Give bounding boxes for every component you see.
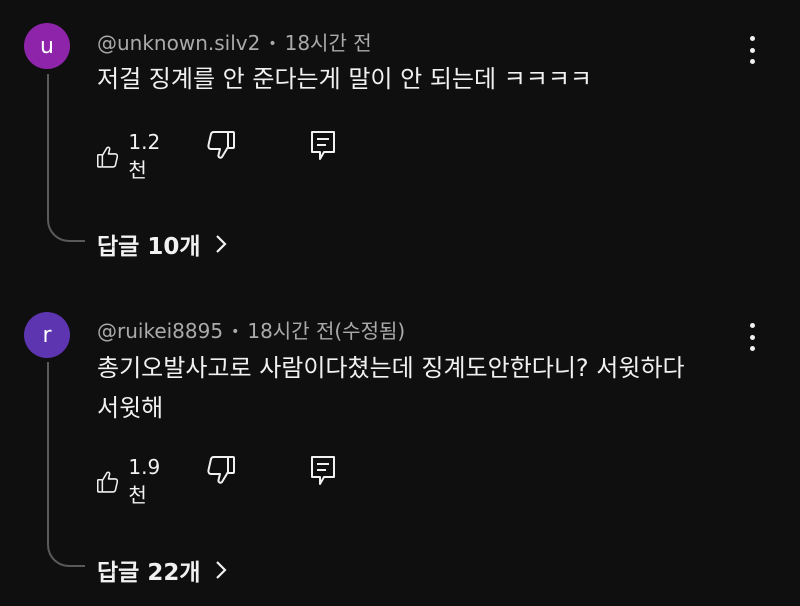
comment-text: 총기오발사고로 사람이다쳤는데 징계도안한다니? 서윗하다 서윗해 (97, 348, 757, 428)
like-button[interactable]: 1.9천 (97, 455, 167, 508)
comment-meta: @ruikei8895 • 18시간 전(수정됨) (97, 315, 405, 344)
like-count: 1.9천 (128, 455, 161, 507)
thumbs-down-icon (207, 456, 235, 484)
comment-author[interactable]: @ruikei8895 (97, 319, 223, 343)
chevron-right-icon (215, 561, 227, 579)
reply-comment-icon (311, 456, 335, 485)
reply-button[interactable] (310, 455, 336, 487)
replies-count-label: 답글 22개 (97, 560, 201, 586)
comment-text-line: 서윗해 (97, 394, 164, 422)
view-replies-button[interactable]: 답글 22개 (97, 553, 227, 587)
dislike-button[interactable] (207, 455, 235, 485)
comment-time[interactable]: 18시간 전(수정됨) (247, 319, 405, 343)
avatar[interactable]: r (24, 312, 70, 358)
thumbs-up-icon (97, 471, 119, 493)
more-vertical-icon[interactable] (740, 323, 764, 351)
thread-line (47, 362, 85, 567)
comment-text-line: 총기오발사고로 사람이다쳤는데 징계도안한다니? 서윗하다 (97, 354, 685, 382)
comment-thread: r @ruikei8895 • 18시간 전(수정됨) 총기오발사고로 사람이다쳤는… (0, 0, 800, 606)
meta-separator: • (231, 324, 240, 340)
